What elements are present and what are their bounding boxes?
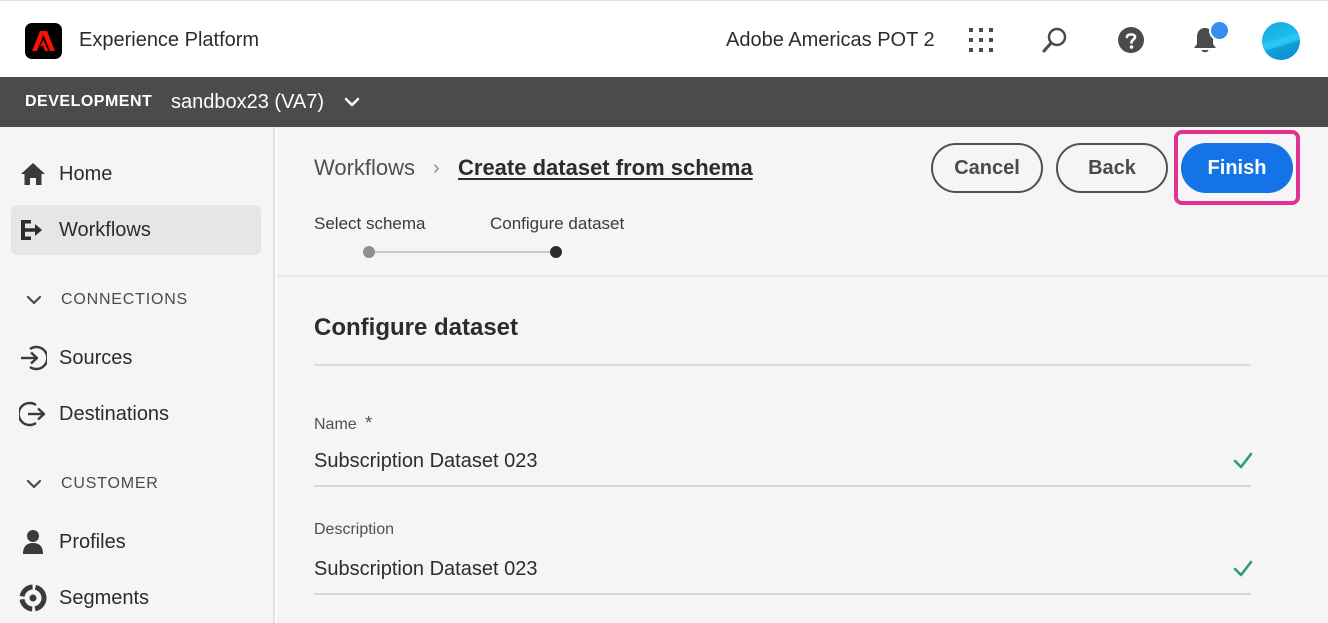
step-dot-completed bbox=[363, 246, 375, 258]
cancel-button[interactable]: Cancel bbox=[931, 143, 1043, 193]
step-configure-dataset: Configure dataset bbox=[490, 214, 625, 233]
name-field-label: Name * bbox=[314, 413, 372, 434]
breadcrumb-workflows[interactable]: Workflows bbox=[314, 155, 415, 181]
breadcrumb-separator: › bbox=[433, 157, 440, 179]
sources-icon bbox=[19, 344, 47, 372]
sidebar-item-sources[interactable]: Sources bbox=[11, 333, 261, 383]
adobe-logo-icon bbox=[32, 31, 55, 51]
sidebar-section-connections[interactable]: CONNECTIONS bbox=[25, 291, 188, 309]
avatar[interactable] bbox=[1262, 22, 1300, 60]
description-field[interactable]: Subscription Dataset 023 bbox=[314, 558, 537, 581]
step-progress-line bbox=[370, 251, 554, 253]
main-content: Workflows › Create dataset from schema C… bbox=[277, 127, 1328, 623]
home-icon bbox=[19, 160, 47, 188]
finish-highlight bbox=[1174, 130, 1300, 205]
sidebar-item-label: Segments bbox=[59, 586, 150, 609]
step-dot-current bbox=[550, 246, 562, 258]
sidebar-item-label: Workflows bbox=[59, 218, 151, 241]
sidebar-item-home[interactable]: Home bbox=[11, 149, 261, 199]
segments-icon bbox=[19, 584, 47, 612]
help-icon[interactable] bbox=[1114, 23, 1148, 57]
app-title[interactable]: Experience Platform bbox=[79, 29, 259, 52]
search-icon[interactable] bbox=[1038, 23, 1072, 57]
sandbox-environment: DEVELOPMENT bbox=[25, 93, 153, 110]
sidebar-section-customer[interactable]: CUSTOMER bbox=[25, 475, 159, 493]
section-title: Configure dataset bbox=[314, 314, 519, 341]
required-asterisk: * bbox=[365, 413, 373, 433]
description-field-label: Description bbox=[314, 521, 395, 538]
sandbox-name[interactable]: sandbox23 (VA7) bbox=[171, 91, 324, 114]
sidebar-section-label: CUSTOMER bbox=[61, 475, 159, 492]
org-switcher[interactable]: Adobe Americas POT 2 bbox=[726, 29, 935, 52]
sidebar-item-profiles[interactable]: Profiles bbox=[11, 517, 261, 567]
description-field-underline bbox=[314, 593, 1251, 595]
checkmark-icon bbox=[1232, 558, 1254, 585]
back-button[interactable]: Back bbox=[1056, 143, 1168, 193]
field-label-text: Name bbox=[314, 416, 357, 433]
name-field-underline bbox=[314, 485, 1251, 487]
sidebar-item-label: Profiles bbox=[59, 530, 126, 553]
workflows-icon bbox=[19, 216, 47, 244]
sidebar-item-workflows[interactable]: Workflows bbox=[11, 205, 261, 255]
chevron-down-icon bbox=[26, 479, 42, 489]
sandbox-bar: DEVELOPMENT sandbox23 (VA7) bbox=[0, 77, 1328, 127]
sidebar-section-label: CONNECTIONS bbox=[61, 291, 189, 308]
step-select-schema[interactable]: Select schema bbox=[314, 214, 426, 234]
sidebar-item-label: Sources bbox=[59, 346, 133, 369]
notification-badge bbox=[1209, 20, 1230, 41]
sidebar-item-destinations[interactable]: Destinations bbox=[11, 389, 261, 439]
sidebar-item-segments[interactable]: Segments bbox=[11, 573, 261, 623]
checkmark-icon bbox=[1232, 450, 1254, 477]
sidebar-item-label: Destinations bbox=[59, 402, 170, 425]
breadcrumb-current[interactable]: Create dataset from schema bbox=[458, 155, 753, 181]
apps-grid-icon[interactable] bbox=[964, 23, 998, 57]
chevron-down-icon bbox=[26, 295, 42, 305]
profiles-icon bbox=[19, 528, 47, 556]
sidebar: Home Workflows CONNECTIONS Sources Desti… bbox=[0, 127, 275, 623]
name-field[interactable]: Subscription Dataset 023 bbox=[314, 450, 537, 473]
sidebar-item-label: Home bbox=[59, 162, 113, 185]
workflow-header: Workflows › Create dataset from schema C… bbox=[277, 127, 1328, 277]
destinations-icon bbox=[19, 400, 47, 428]
chevron-down-icon[interactable] bbox=[343, 93, 361, 116]
top-bar: Experience Platform Adobe Americas POT 2 bbox=[0, 0, 1328, 77]
adobe-logo[interactable] bbox=[25, 23, 62, 59]
section-divider bbox=[314, 364, 1251, 366]
